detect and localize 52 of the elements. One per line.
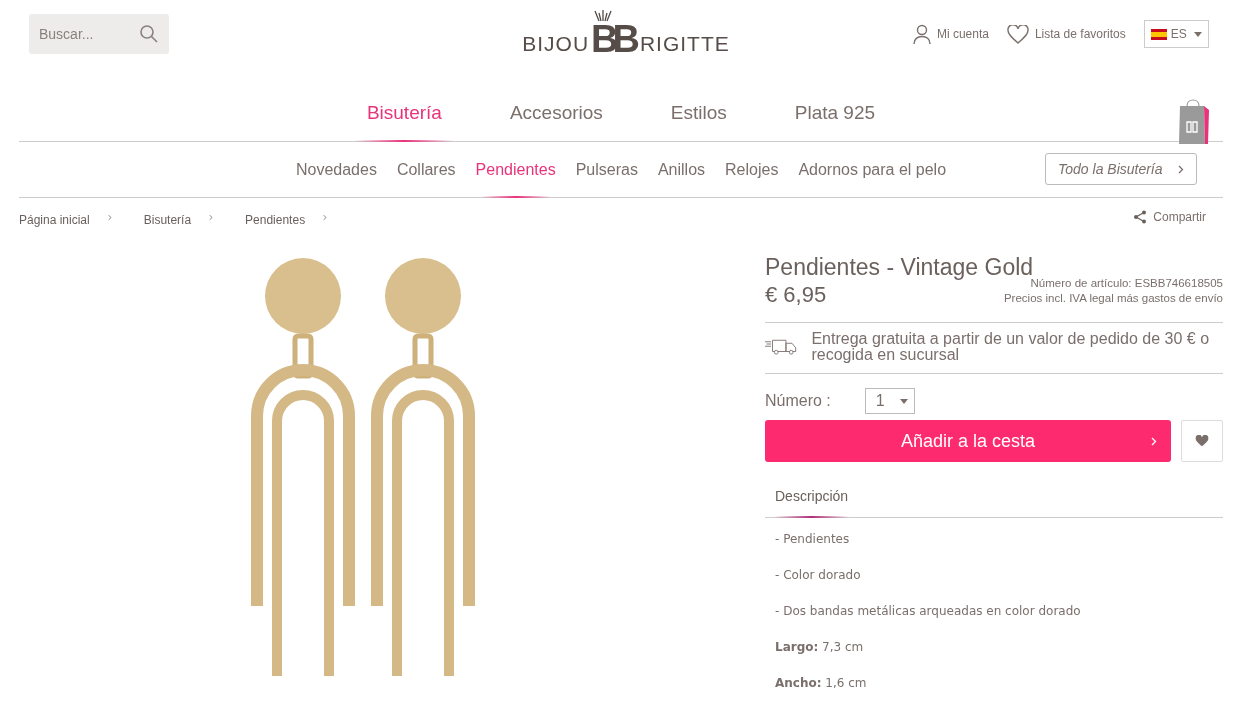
share-icon <box>1133 210 1148 224</box>
category-tab[interactable]: Bisutería <box>332 84 476 141</box>
chevron-icon <box>1178 164 1184 174</box>
logo-text: RIGITTE <box>639 33 730 55</box>
heart-icon <box>1006 24 1029 44</box>
logo-text: BIJOU <box>522 33 590 55</box>
caret-icon <box>899 398 908 404</box>
subcategory-tab[interactable]: Collares <box>386 142 466 197</box>
subcategory-tab[interactable]: Relojes <box>715 142 789 197</box>
delivery-note: Entrega gratuita a partir de un valor de pedido de 30 € o recogida en sucursal <box>811 331 1211 363</box>
description-line: - Dos bandas metálicas arqueadas en color dorado <box>775 604 1082 618</box>
add-to-cart-button[interactable]: Añadir a la cesta <box>765 420 1171 462</box>
wishlist-link[interactable]: Lista de favoritos <box>1006 24 1126 44</box>
category-tab[interactable]: Accesorios <box>475 84 637 141</box>
breadcrumb-link[interactable]: Bisutería <box>143 213 192 227</box>
subcategory-tab[interactable]: Pulseras <box>565 142 648 197</box>
caret-icon <box>1194 31 1202 37</box>
language-select[interactable]: ES <box>1143 20 1209 49</box>
person-icon <box>912 24 931 45</box>
wishlist-button[interactable] <box>1181 420 1223 462</box>
subcategory-tab[interactable]: Anillos <box>647 142 716 197</box>
account-link[interactable]: Mi cuenta <box>912 24 989 45</box>
subcategory-tab[interactable]: Pendientes <box>465 142 566 197</box>
subcategory-tab[interactable]: Adornos para el pelo <box>788 142 957 197</box>
category-tab[interactable]: Plata 925 <box>760 84 910 141</box>
product-price: € 6,95 <box>765 282 827 308</box>
quantity-select[interactable]: 1 <box>864 388 915 414</box>
chevron-icon <box>107 212 112 222</box>
all-jewelry-button[interactable]: Todo la Bisutería <box>1045 153 1197 185</box>
brand-logo[interactable]: BIJOU BB RIGITTE <box>522 14 730 55</box>
description-line: Ancho: 1,6 cm <box>775 676 868 690</box>
description-tab[interactable]: Descripción <box>765 476 859 517</box>
flag-icon <box>1150 28 1167 40</box>
breadcrumb-link[interactable]: Página inicial <box>19 213 90 227</box>
description-line: - Pendientes <box>775 532 851 546</box>
description-line: Largo: 7,3 cm <box>775 640 865 654</box>
chevron-icon <box>209 212 214 222</box>
search-icon <box>140 25 158 44</box>
crown-icon <box>593 10 614 22</box>
share-link[interactable]: Compartir <box>1133 210 1206 224</box>
breadcrumb-link[interactable]: Pendientes <box>245 213 306 227</box>
search-field[interactable]: Buscar... <box>29 14 169 55</box>
category-tab[interactable]: Estilos <box>636 84 761 141</box>
subcategory-tab[interactable]: Novedades <box>285 142 387 197</box>
quantity-label: Número : <box>765 392 831 410</box>
chevron-icon <box>323 212 328 222</box>
shopping-bag-icon[interactable] <box>1178 96 1210 146</box>
description-line: - Color dorado <box>775 568 862 582</box>
tax-note: Precios incl. IVA legal más gastos de envío <box>1003 291 1223 306</box>
chevron-icon <box>1151 436 1157 446</box>
logo-monogram: BB <box>591 24 634 55</box>
heart-icon <box>1195 435 1209 447</box>
